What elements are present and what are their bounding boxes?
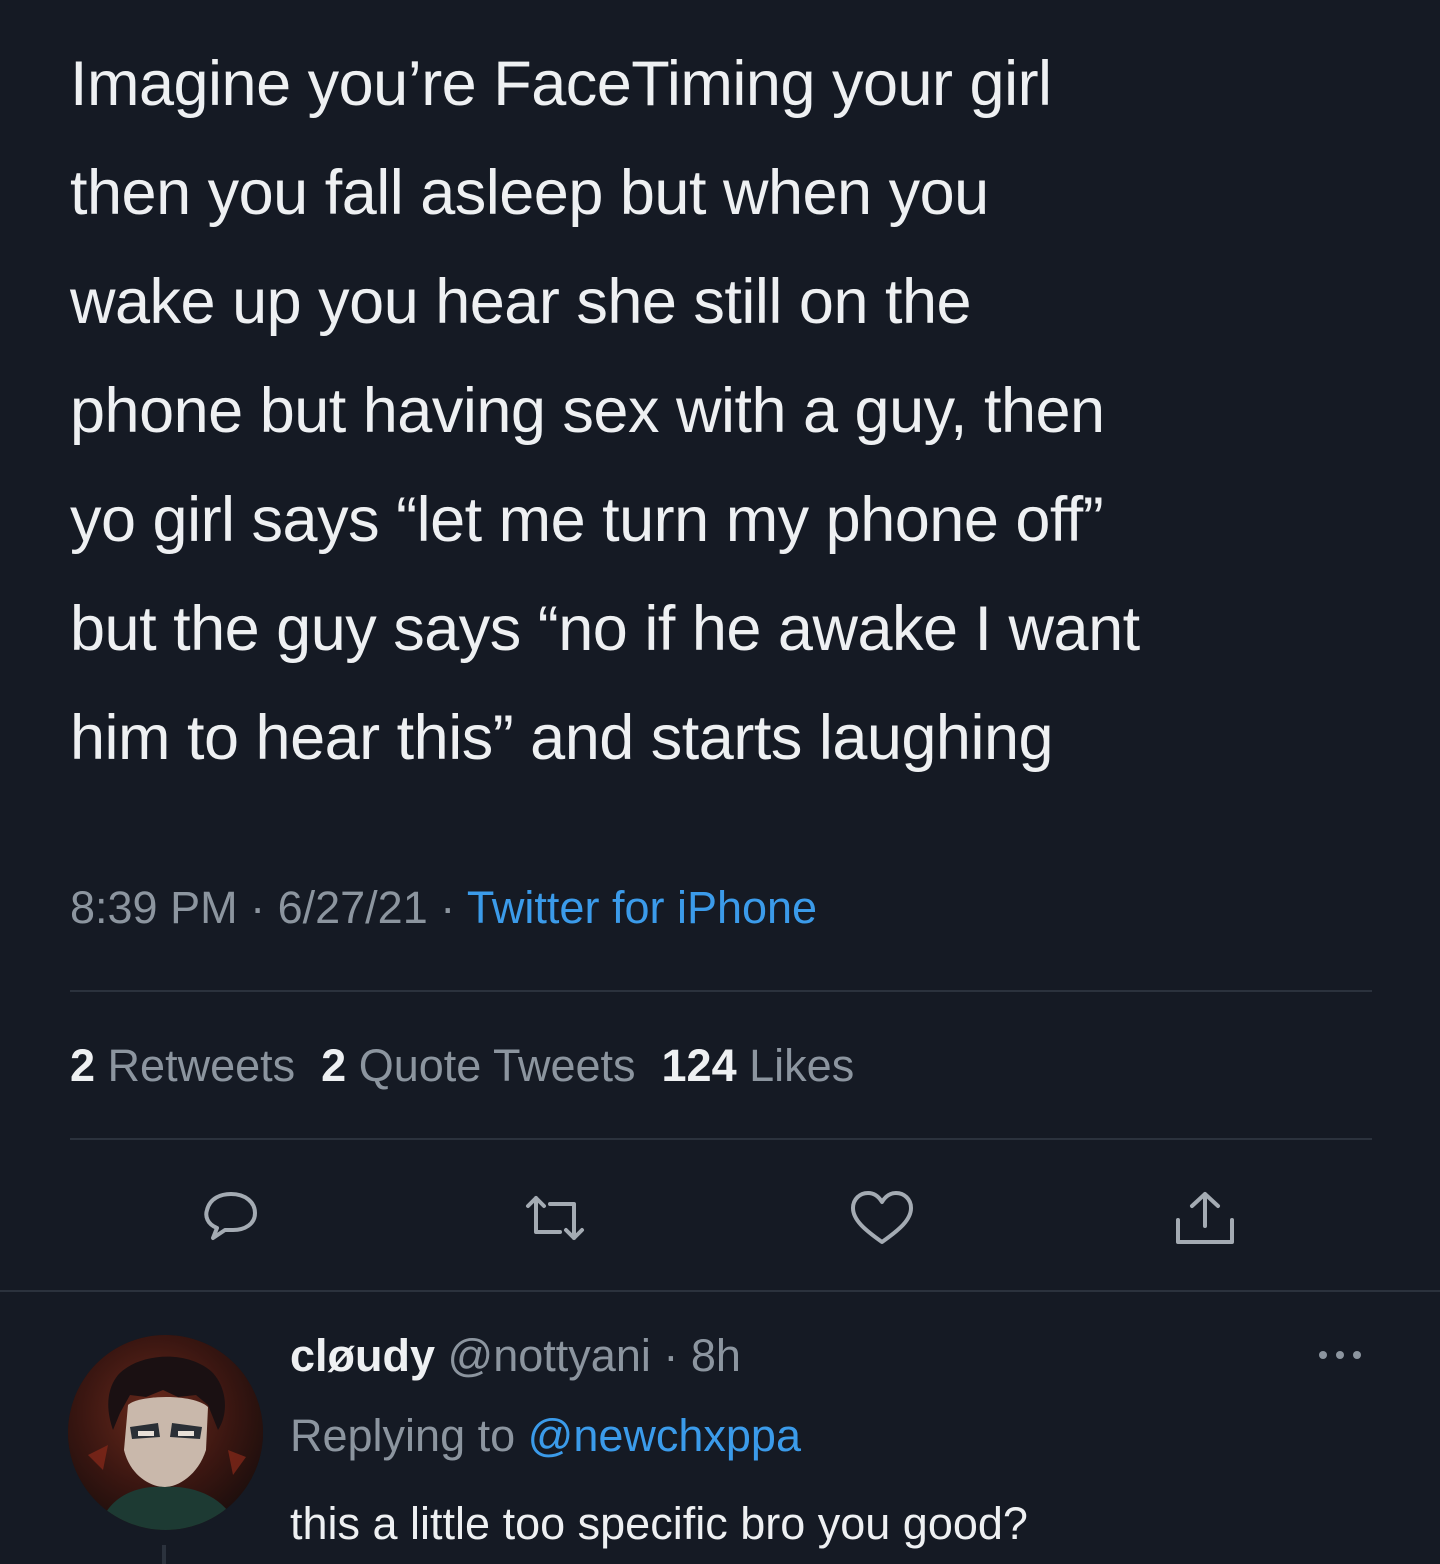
- reply-text: this a little too specific bro you good?: [290, 1498, 1028, 1549]
- retweets-label: Retweets: [107, 1040, 296, 1091]
- divider: [0, 1290, 1440, 1292]
- avatar-image: [68, 1335, 263, 1530]
- meta-separator: ·: [427, 882, 467, 933]
- tweet-meta: 8:39 PM · 6/27/21 · Twitter for iPhone: [70, 882, 817, 934]
- tweet-stats: 2 Retweets 2 Quote Tweets 124 Likes: [70, 1040, 854, 1092]
- replying-to: Replying to @newchxppa: [290, 1410, 801, 1462]
- retweets-stat[interactable]: 2 Retweets: [70, 1040, 295, 1091]
- like-icon[interactable]: [847, 1188, 917, 1248]
- tweet-time: 8:39 PM: [70, 882, 238, 933]
- reply-separator: ·: [650, 1330, 691, 1381]
- reply-author-handle[interactable]: @nottyani: [448, 1330, 651, 1381]
- reply-author-name[interactable]: cløudy: [290, 1330, 435, 1381]
- more-options-icon[interactable]: [1315, 1345, 1365, 1365]
- tweet-text: Imagine you’re FaceTiming your girl then…: [70, 49, 1140, 773]
- likes-label: Likes: [749, 1040, 855, 1091]
- thread-line: [162, 1545, 166, 1564]
- likes-count: 124: [661, 1040, 737, 1091]
- divider: [70, 1138, 1372, 1140]
- share-icon[interactable]: [1170, 1188, 1240, 1248]
- avatar[interactable]: [68, 1335, 263, 1530]
- tweet-date: 6/27/21: [277, 882, 428, 933]
- reply-icon[interactable]: [195, 1188, 265, 1248]
- divider: [70, 990, 1372, 992]
- quote-tweets-stat[interactable]: 2 Quote Tweets: [321, 1040, 635, 1091]
- quote-tweets-count: 2: [321, 1040, 347, 1091]
- action-bar: [0, 1180, 1440, 1260]
- retweet-icon[interactable]: [520, 1188, 590, 1248]
- tweet-source-link[interactable]: Twitter for iPhone: [467, 882, 817, 933]
- meta-separator: ·: [237, 882, 278, 933]
- likes-stat[interactable]: 124 Likes: [662, 1040, 855, 1091]
- quote-tweets-label: Quote Tweets: [358, 1040, 636, 1091]
- replying-to-label: Replying to: [290, 1410, 528, 1461]
- reply-header: cløudy @nottyani · 8h: [290, 1330, 741, 1382]
- replying-to-mention[interactable]: @newchxppa: [528, 1410, 801, 1461]
- retweets-count: 2: [70, 1040, 96, 1091]
- reply-time[interactable]: 8h: [691, 1330, 741, 1381]
